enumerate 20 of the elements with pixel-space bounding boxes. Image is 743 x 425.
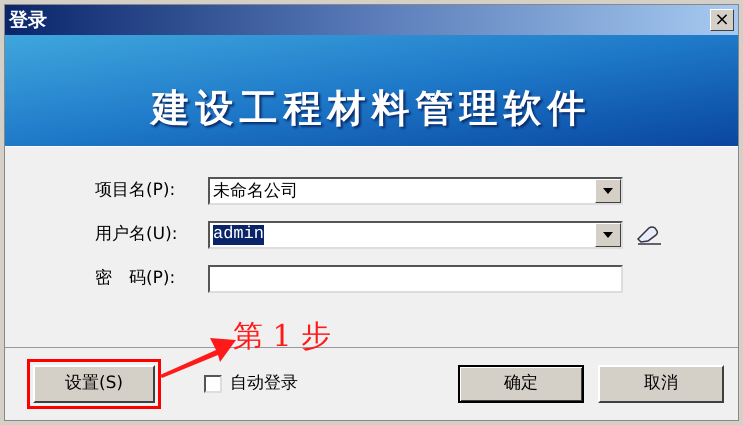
settings-button[interactable]: 设置(S) — [33, 365, 155, 403]
window-title: 登录 — [9, 8, 47, 33]
field-label: 项目名(P): — [94, 179, 176, 202]
field-label: 密 码(P): — [94, 267, 176, 290]
dropdown-button[interactable] — [595, 179, 621, 203]
field-label: 用户名(U): — [94, 223, 178, 246]
dialog-button[interactable]: 确定 — [458, 365, 584, 403]
checkbox-label[interactable]: 自动登录 — [230, 371, 298, 397]
triangle-down-icon — [603, 232, 613, 238]
eraser-icon[interactable] — [635, 225, 663, 245]
dropdown-field[interactable]: 未命名公司 — [208, 177, 623, 205]
password-field[interactable] — [208, 265, 623, 293]
annotation-text: 第 1 步 — [233, 318, 332, 356]
dialog-button[interactable]: 取消 — [598, 365, 724, 403]
checkbox[interactable] — [204, 375, 222, 393]
dropdown-button[interactable] — [595, 223, 621, 247]
close-button[interactable]: × — [710, 9, 734, 31]
banner-title: 建设工程材料管理软件 — [152, 85, 592, 132]
dropdown-field[interactable]: admin — [208, 221, 623, 249]
triangle-down-icon — [603, 188, 613, 194]
